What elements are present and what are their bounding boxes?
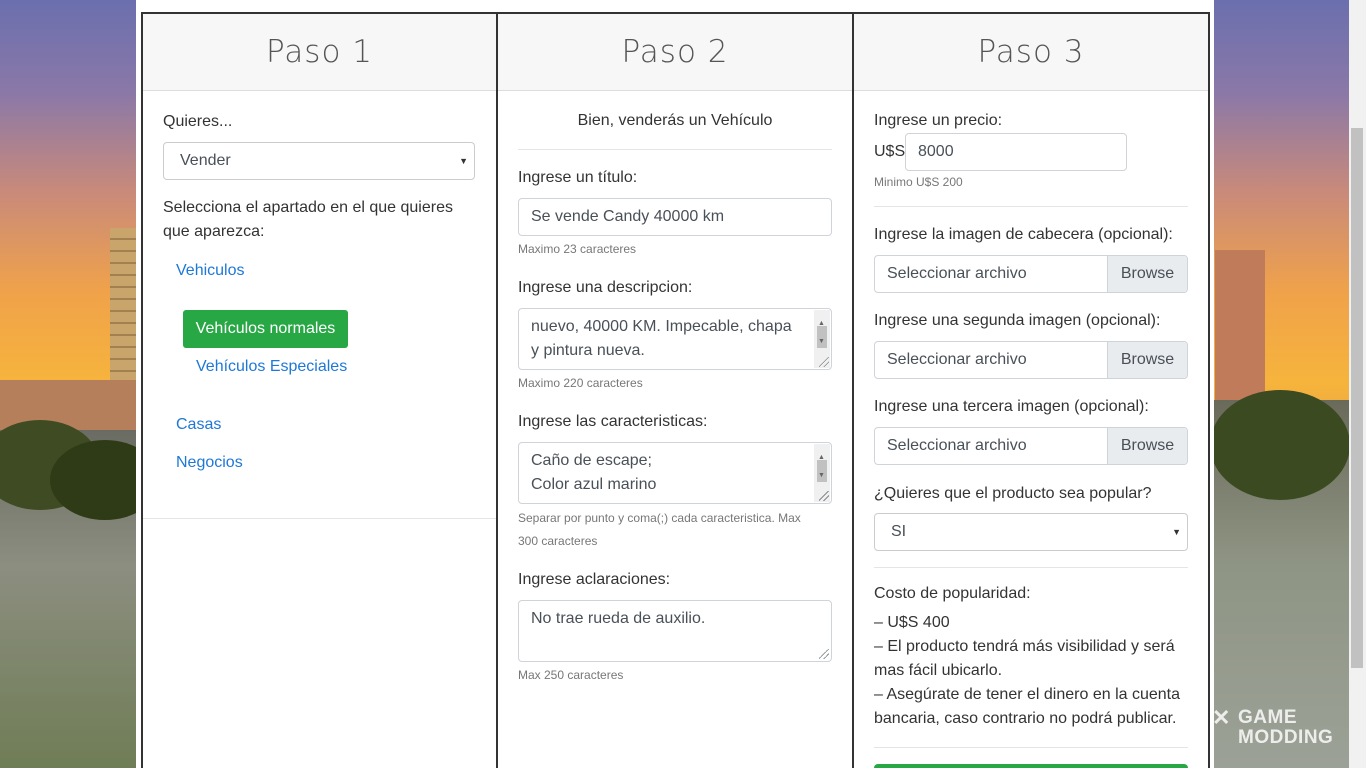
resize-handle-icon[interactable] [819,649,829,659]
category-casas-link[interactable]: Casas [176,416,221,434]
description-help: Maximo 220 caracteres [518,376,643,390]
divider [874,206,1188,207]
image3-file-placeholder: Seleccionar archivo [887,437,1027,454]
step2-intro: Bien, venderás un Vehículo [577,112,773,129]
popular-select[interactable]: SI ▼ [874,513,1188,551]
watermark-line2: MODDING [1238,727,1334,748]
title-label: Ingrese un título: [518,169,638,186]
section-prompt-line1: Selecciona el apartado en el que quieres [163,199,453,216]
popular-label: ¿Quieres que el producto sea popular? [874,485,1152,502]
page-scrollbar[interactable] [1349,0,1366,768]
image1-file-input[interactable]: Seleccionar archivo Browse [874,255,1188,293]
image1-file-placeholder: Seleccionar archivo [887,265,1027,282]
action-select-value: Vender [180,152,231,169]
image2-file-placeholder: Seleccionar archivo [887,351,1027,368]
background-building [1215,250,1265,400]
title-help: Maximo 23 caracteres [518,242,637,256]
price-input-value: 8000 [918,143,954,160]
image1-browse-button[interactable]: Browse [1107,256,1187,292]
image3-browse-button[interactable]: Browse [1107,428,1187,464]
step2-panel: Paso 2 Bien, venderás un Vehículo Ingres… [496,12,854,768]
step2-title: Paso 2 [498,14,852,91]
title-input-value: Se vende Candy 40000 km [531,208,725,225]
chevron-down-icon: ▼ [1172,527,1181,537]
action-select[interactable]: Vender ▼ [163,142,475,180]
step3-panel: Paso 3 Ingrese un precio: U$S 8000 Minim… [852,12,1210,768]
category-negocios-link[interactable]: Negocios [176,454,243,472]
notes-value: No trae rueda de auxilio. [531,610,706,627]
watermark-line1: GAME [1238,707,1297,728]
popularity-cost-line3a: – Asegúrate de tener el dinero en la cue… [874,686,1180,703]
price-label: Ingrese un precio: [874,112,1003,129]
step1-panel: Paso 1 Quieres... Vender ▼ Selecciona el… [141,12,498,768]
sell-form-container: Paso 1 Quieres... Vender ▼ Selecciona el… [136,0,1214,768]
notes-help: Max 250 caracteres [518,668,624,682]
description-line2: y pintura nueva. [531,342,645,359]
features-textarea[interactable]: Caño de escape; Color azul marino ▲ ▼ [518,442,832,504]
notes-textarea[interactable]: No trae rueda de auxilio. [518,600,832,662]
title-input[interactable]: Se vende Candy 40000 km [518,198,832,236]
popularity-cost-line1: – U$S 400 [874,614,950,631]
features-help-line2: 300 caracteres [518,534,598,548]
divider [518,149,832,150]
popularity-cost-line2b: mas fácil ubicarlo. [874,662,1003,679]
features-line1: Caño de escape; [531,452,652,469]
watermark-logo-icon: ✕ [1212,705,1231,730]
category-vehiculos-link[interactable]: Vehiculos [176,262,245,280]
divider [143,518,496,519]
popularity-cost-line2a: – El producto tendrá más visibilidad y s… [874,638,1175,655]
image3-file-input[interactable]: Seleccionar archivo Browse [874,427,1188,465]
description-label: Ingrese una descripcion: [518,279,693,296]
category-vehiculos-normales-button[interactable]: Vehículos normales [183,310,348,348]
scrollbar-thumb[interactable] [1351,128,1363,668]
description-textarea[interactable]: nuevo, 40000 KM. Impecable, chapa y pint… [518,308,832,370]
resize-handle-icon[interactable] [819,357,829,367]
features-line2: Color azul marino [531,476,657,493]
features-label: Ingrese las caracteristicas: [518,413,708,430]
notes-label: Ingrese aclaraciones: [518,571,671,588]
currency-label: U$S [874,143,906,160]
image2-browse-button[interactable]: Browse [1107,342,1187,378]
price-input[interactable]: 8000 [905,133,1127,171]
divider [874,747,1188,748]
popularity-cost-line3b: bancaria, caso contrario no podrá public… [874,710,1177,727]
section-prompt-line2: que aparezca: [163,223,265,240]
divider [874,567,1188,568]
publish-button[interactable] [874,764,1188,768]
background-tree [1210,390,1350,500]
price-help: Minimo U$S 200 [874,175,963,189]
popular-select-value: SI [891,523,907,540]
image3-label: Ingrese una tercera imagen (opcional): [874,398,1149,415]
scroll-down-icon[interactable]: ▼ [818,464,825,488]
scroll-down-icon[interactable]: ▼ [818,330,825,354]
action-label: Quieres... [163,113,233,130]
step1-title: Paso 1 [143,14,496,91]
image1-label: Ingrese la imagen de cabecera (opcional)… [874,226,1173,243]
step3-title: Paso 3 [854,14,1208,91]
image2-label: Ingrese una segunda imagen (opcional): [874,312,1161,329]
image2-file-input[interactable]: Seleccionar archivo Browse [874,341,1188,379]
chevron-down-icon: ▼ [459,156,468,166]
watermark: ✕ GAME MODDING [1212,706,1352,754]
features-help-line1: Separar por punto y coma(;) cada caracte… [518,511,801,525]
description-line1: nuevo, 40000 KM. Impecable, chapa [531,318,792,335]
category-vehiculos-especiales-link[interactable]: Vehículos Especiales [196,358,347,376]
resize-handle-icon[interactable] [819,491,829,501]
popularity-cost-label: Costo de popularidad: [874,585,1031,602]
